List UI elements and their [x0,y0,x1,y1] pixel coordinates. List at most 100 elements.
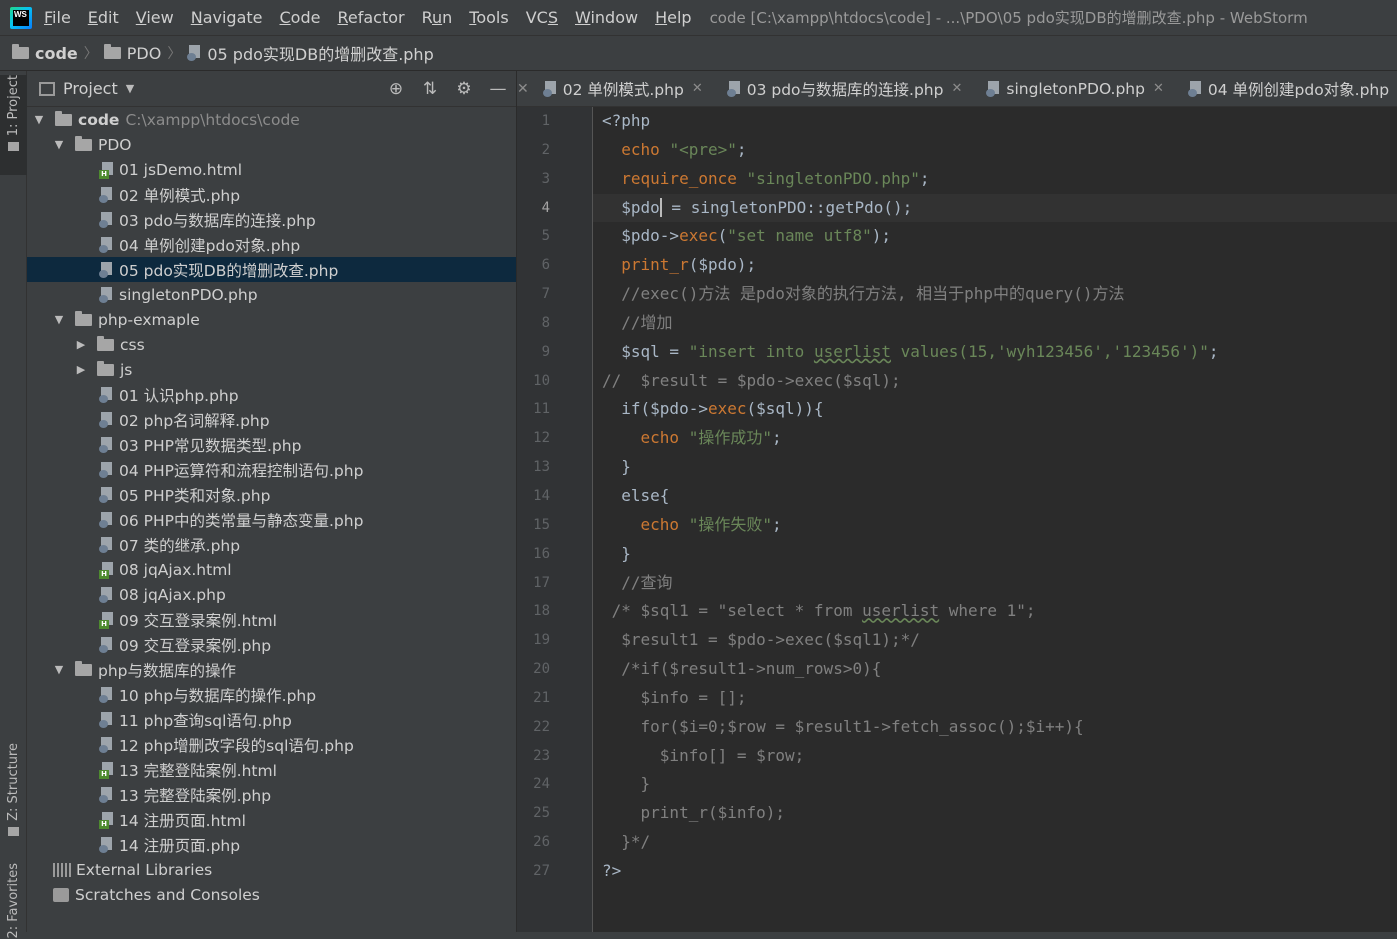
tree-file[interactable]: 13 完整登陆案例.php [27,782,516,807]
editor-tab[interactable]: 03 pdo与数据库的连接.php ✕ [713,71,973,106]
expand-arrow-icon[interactable]: ▼ [53,138,65,151]
code-token: "singletonPDO.php" [746,168,920,188]
breadcrumb-item-file[interactable]: 05 pdo实现DB的增删改查.php [187,41,434,65]
hide-icon[interactable]: — [488,79,508,99]
editor-tab[interactable]: singletonPDO.php ✕ [972,71,1173,106]
collapse-all-icon[interactable]: ⇅ [420,79,440,99]
php-file-icon [99,261,113,278]
collapsed-arrow-icon[interactable]: ▶ [75,338,87,351]
tree-item-label: php与数据库的操作 [98,661,237,680]
tree-file[interactable]: 09 交互登录案例.php [27,632,516,657]
code-line: //查询 [593,569,1397,598]
php-file-icon [1187,80,1202,97]
tree-items: ▼ PDO 01 jsDemo.html 02 单例模式.php 03 pdo与数据库的… [27,132,516,857]
php-file-icon [99,286,113,303]
tree-file[interactable]: 01 认识php.php [27,382,516,407]
code-line: // $result = $pdo->exec($sql); [593,367,1397,396]
tree-file[interactable]: 02 单例模式.php [27,182,516,207]
project-panel: Project ▼ ⊕ ⇅ ⚙ — ▼ code C:\xampp\htdocs… [27,71,517,932]
close-icon[interactable]: ✕ [692,81,703,96]
tree-folder[interactable]: ▼ php-exmaple [27,307,516,332]
menu-item-edit[interactable]: Edit [88,8,119,27]
tree-file[interactable]: 08 jqAjax.php [27,582,516,607]
tree-item-label: 02 单例模式.php [119,186,241,205]
close-icon[interactable]: ✕ [951,81,962,96]
code-token: echo [640,428,680,448]
close-icon[interactable]: ✕ [1153,81,1164,96]
project-view-selector[interactable]: Project [63,79,118,98]
tree-folder[interactable]: ▶ js [27,357,516,382]
tree-file[interactable]: 09 交互登录案例.html [27,607,516,632]
structure-tool-label: Z: Structure [6,743,21,821]
menu-item-refactor[interactable]: Refactor [337,8,404,27]
tree-file[interactable]: 14 注册页面.php [27,832,516,857]
tree-file[interactable]: 07 类的继承.php [27,532,516,557]
tree-item-scratches[interactable]: Scratches and Consoles [27,882,516,907]
menu-item-navigate[interactable]: Navigate [191,8,263,27]
tree-file[interactable]: 13 完整登陆案例.html [27,757,516,782]
tree-file[interactable]: 05 PHP类和对象.php [27,482,516,507]
tree-item-external-libraries[interactable]: External Libraries [27,857,516,882]
menu-item-code[interactable]: Code [280,8,321,27]
collapsed-arrow-icon[interactable]: ▶ [75,363,87,376]
code-line: echo "操作成功"; [593,424,1397,453]
tree-file[interactable]: 05 pdo实现DB的增删改查.php [27,257,516,282]
expand-arrow-icon[interactable]: ▼ [33,113,45,126]
tree-file[interactable]: 04 PHP运算符和流程控制语句.php [27,457,516,482]
php-file-icon [99,836,113,853]
menu-item-vcs[interactable]: VCS [526,8,558,27]
tree-folder[interactable]: ▼ php与数据库的操作 [27,657,516,682]
line-number: 9 [541,343,550,360]
code-token: ; [1208,341,1219,361]
tree-folder[interactable]: ▶ css [27,332,516,357]
tree-item-label: 08 jqAjax.html [119,560,232,579]
code-token: ); [871,226,891,246]
tree-file[interactable]: 11 php查询sql语句.php [27,707,516,732]
tree-file[interactable]: 14 注册页面.html [27,807,516,832]
breadcrumb-item-pdo[interactable]: PDO [103,44,161,63]
tree-file[interactable]: 08 jqAjax.html [27,557,516,582]
editor-tab[interactable]: 04 单例创建pdo对象.php✕ [1174,71,1397,106]
tree-file[interactable]: 06 PHP中的类常量与静态变量.php [27,507,516,532]
favorites-tool-button[interactable]: 2: Favorites [0,863,27,939]
expand-arrow-icon[interactable]: ▼ [53,313,65,326]
tree-file[interactable]: 03 pdo与数据库的连接.php [27,207,516,232]
code-token: /* $sql1 = "select * from [602,601,863,621]
gear-icon[interactable]: ⚙ [454,79,474,99]
breadcrumb-item-code[interactable]: code [12,44,78,63]
menu-item-run[interactable]: Run [422,8,453,27]
tree-root[interactable]: ▼ code C:\xampp\htdocs\code [27,107,516,132]
php-file-icon [99,511,113,528]
tree-file[interactable]: 03 PHP常见数据类型.php [27,432,516,457]
code-token: ( [717,226,728,246]
favorites-tool-label: 2: Favorites [6,863,21,939]
tree-file[interactable]: 10 php与数据库的操作.php [27,682,516,707]
tree-folder[interactable]: ▼ PDO [27,132,516,157]
menu-item-file[interactable]: File [44,8,71,27]
tree-item-label: js [120,360,133,379]
editor-tab[interactable]: 02 单例模式.php ✕ [529,71,713,106]
code-token: //增加 [602,312,673,332]
tree-file[interactable]: 04 单例创建pdo对象.php [27,232,516,257]
code-area[interactable]: <?php echo "<pre>"; require_once "single… [593,107,1397,932]
html-file-icon [99,611,113,629]
line-number: 24 [533,776,550,793]
tree-item-label: 02 php名词解释.php [119,411,270,430]
menu-item-view[interactable]: View [136,8,174,27]
tree-file[interactable]: 01 jsDemo.html [27,157,516,182]
tree-item-label: 10 php与数据库的操作.php [119,686,317,705]
folder-icon [75,310,92,326]
editor: ✕ 02 单例模式.php ✕ 03 pdo与数据库的连接.php ✕ singleto… [517,71,1397,932]
project-tool-button[interactable]: 1: Project [0,75,27,175]
tree-file[interactable]: singletonPDO.php [27,282,516,307]
close-icon[interactable]: ✕ [517,81,529,97]
menu-item-window[interactable]: Window [575,8,638,27]
tree-file[interactable]: 02 php名词解释.php [27,407,516,432]
menu-item-help[interactable]: Help [655,8,691,27]
chevron-down-icon[interactable]: ▼ [126,82,134,95]
menu-item-tools[interactable]: Tools [469,8,508,27]
tree-file[interactable]: 12 php增删改字段的sql语句.php [27,732,516,757]
expand-arrow-icon[interactable]: ▼ [53,663,65,676]
locate-icon[interactable]: ⊕ [386,79,406,99]
